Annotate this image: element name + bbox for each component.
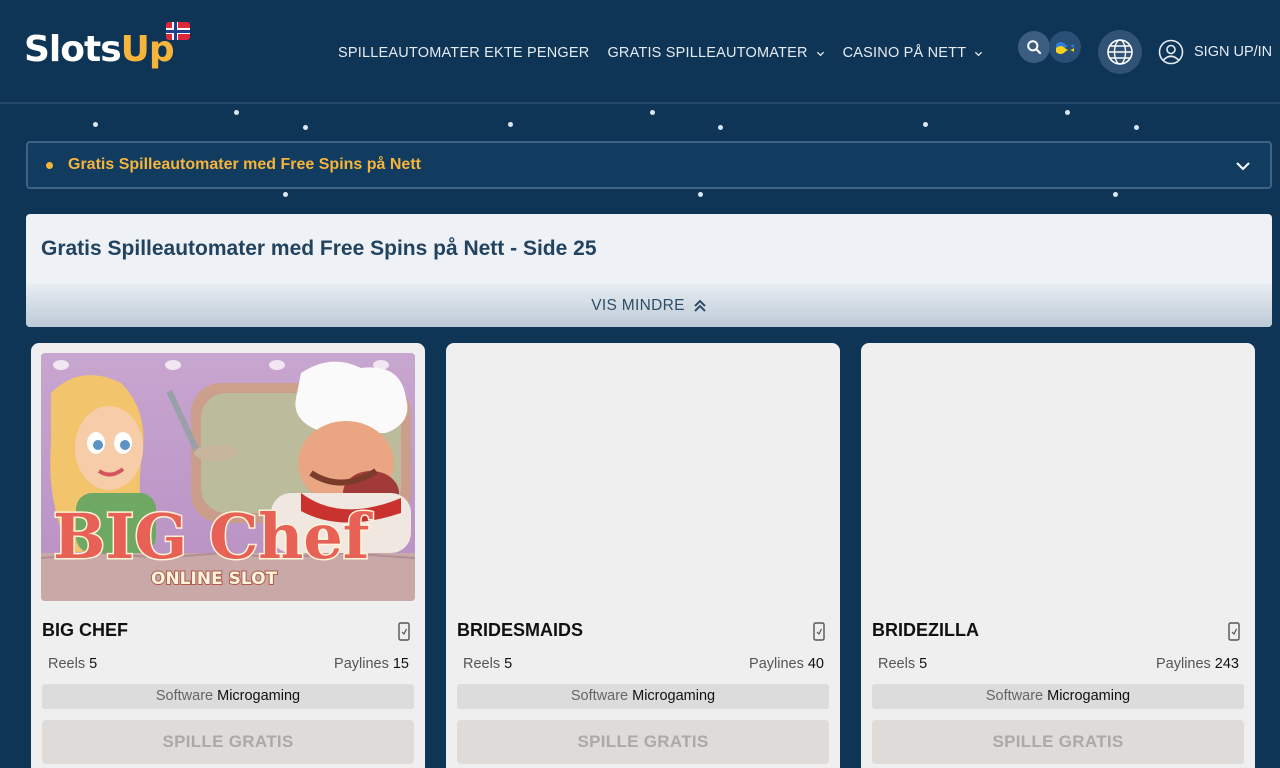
bullet-icon: [46, 162, 53, 169]
sign-in-button[interactable]: SIGN UP/IN: [1158, 38, 1272, 66]
reels-value: 5: [919, 656, 928, 672]
chevron-down-icon: [1236, 162, 1250, 171]
game-title[interactable]: BRIDEZILLA: [872, 620, 979, 641]
paylines-value: 15: [392, 656, 409, 672]
reels-label: Reels: [878, 656, 916, 672]
snowflake-decoration: [1134, 125, 1139, 130]
software-label: Software: [155, 688, 214, 704]
norway-flag-icon: [166, 22, 190, 40]
paylines-label: Paylines: [334, 656, 389, 672]
game-thumbnail[interactable]: BIG Chef ONLINE SLOT: [41, 353, 415, 601]
ukraine-flag-icon: [1056, 42, 1074, 54]
game-title[interactable]: BIG CHEF: [42, 620, 128, 641]
game-card[interactable]: BRIDESMAIDS Reels 5 Paylines 40 Software Mi…: [446, 343, 840, 768]
paylines-stat: Paylines 15: [334, 656, 409, 672]
game-card[interactable]: BIG Chef ONLINE SLOT BIG CHEF Reels 5 Pay…: [31, 343, 425, 768]
snowflake-decoration: [923, 122, 928, 127]
software-value: Microgaming: [1047, 688, 1131, 704]
software-value: Microgaming: [632, 688, 716, 704]
nav-item-online-casino[interactable]: CASINO PÅ NETT: [843, 45, 984, 61]
paylines-stat: Paylines 243: [1156, 656, 1239, 672]
snowflake-decoration: [283, 192, 288, 197]
paylines-stat: Paylines 40: [749, 656, 824, 672]
globe-icon: [1107, 39, 1133, 65]
snowflake-decoration: [93, 122, 98, 127]
mobile-icon: [1228, 622, 1240, 641]
header-tools: [1018, 31, 1081, 63]
mobile-icon: [813, 622, 825, 641]
play-free-button[interactable]: SPILLE GRATIS: [457, 720, 829, 764]
nav-item-free-slots[interactable]: GRATIS SPILLEAUTOMATER: [607, 45, 824, 61]
logo-wordmark: SlotsUp: [24, 28, 175, 72]
mobile-icon: [398, 622, 410, 641]
snowflake-decoration: [234, 110, 239, 115]
game-thumbnail[interactable]: [871, 353, 1245, 601]
game-card[interactable]: BRIDEZILLA Reels 5 Paylines 243 Software Mi…: [861, 343, 1255, 768]
reels-value: 5: [504, 656, 513, 672]
site-logo[interactable]: SlotsUp: [24, 22, 194, 74]
search-icon: [1027, 40, 1042, 55]
reels-value: 5: [89, 656, 98, 672]
reels-stat: Reels 5: [48, 656, 97, 672]
play-free-button[interactable]: SPILLE GRATIS: [42, 720, 414, 764]
nav-item-label: GRATIS SPILLEAUTOMATER: [607, 45, 808, 61]
paylines-value: 243: [1214, 656, 1239, 672]
software-row: Software Microgaming: [42, 684, 414, 709]
big-chef-artwork: BIG Chef ONLINE SLOT: [41, 353, 415, 601]
nav-item-label: CASINO PÅ NETT: [842, 45, 967, 61]
nav-item-real-money[interactable]: SPILLEAUTOMATER EKTE PENGER: [338, 45, 589, 61]
page-header-panel: Gratis Spilleautomater med Free Spins på…: [26, 214, 1272, 327]
support-ukraine-button[interactable]: [1049, 31, 1081, 63]
paylines-label: Paylines: [749, 656, 804, 672]
reels-label: Reels: [48, 656, 86, 672]
nav-item-label: SPILLEAUTOMATER EKTE PENGER: [338, 45, 590, 61]
user-icon: [1158, 39, 1184, 65]
logo-slots-text: Slots: [24, 29, 122, 70]
software-row: Software Microgaming: [872, 684, 1244, 709]
paylines-label: Paylines: [1155, 656, 1211, 672]
game-thumbnail[interactable]: [456, 353, 830, 601]
play-free-button[interactable]: SPILLE GRATIS: [872, 720, 1244, 764]
paylines-value: 40: [807, 656, 824, 672]
breadcrumb-label: Gratis Spilleautomater med Free Spins på…: [68, 156, 421, 173]
software-label: Software: [985, 688, 1044, 704]
reels-stat: Reels 5: [878, 656, 927, 672]
show-less-toggle[interactable]: VIS MINDRE: [26, 284, 1272, 327]
site-header: SlotsUp SPILLEAUTOMATER EKTE PENGER GRAT…: [0, 0, 1280, 104]
snowflake-decoration: [650, 110, 655, 115]
software-label: Software: [570, 688, 629, 704]
snowflake-decoration: [508, 122, 513, 127]
page-title: Gratis Spilleautomater med Free Spins på…: [41, 237, 597, 260]
show-less-label: VIS MINDRE: [591, 296, 685, 314]
breadcrumb-dropdown[interactable]: Gratis Spilleautomater med Free Spins på…: [26, 141, 1272, 189]
snowflake-decoration: [698, 192, 703, 197]
game-title[interactable]: BRIDESMAIDS: [457, 620, 583, 641]
language-button[interactable]: [1098, 30, 1142, 74]
chevron-down-icon: [975, 51, 983, 56]
thumbnail-subtitle-text: ONLINE SLOT: [151, 569, 278, 589]
software-value: Microgaming: [217, 688, 301, 704]
snowflake-decoration: [1065, 110, 1070, 115]
snowflake-decoration: [1113, 192, 1118, 197]
thumbnail-title-text: BIG Chef: [53, 500, 373, 573]
main-nav: SPILLEAUTOMATER EKTE PENGER GRATIS SPILL…: [338, 43, 983, 63]
search-button[interactable]: [1018, 31, 1050, 63]
snowflake-decoration: [303, 125, 308, 130]
chevron-down-icon: [816, 51, 824, 56]
reels-stat: Reels 5: [463, 656, 512, 672]
sign-in-label: SIGN UP/IN: [1194, 44, 1273, 60]
double-chevron-up-icon: [694, 299, 706, 312]
software-row: Software Microgaming: [457, 684, 829, 709]
snowflake-decoration: [718, 125, 723, 130]
reels-label: Reels: [463, 656, 501, 672]
